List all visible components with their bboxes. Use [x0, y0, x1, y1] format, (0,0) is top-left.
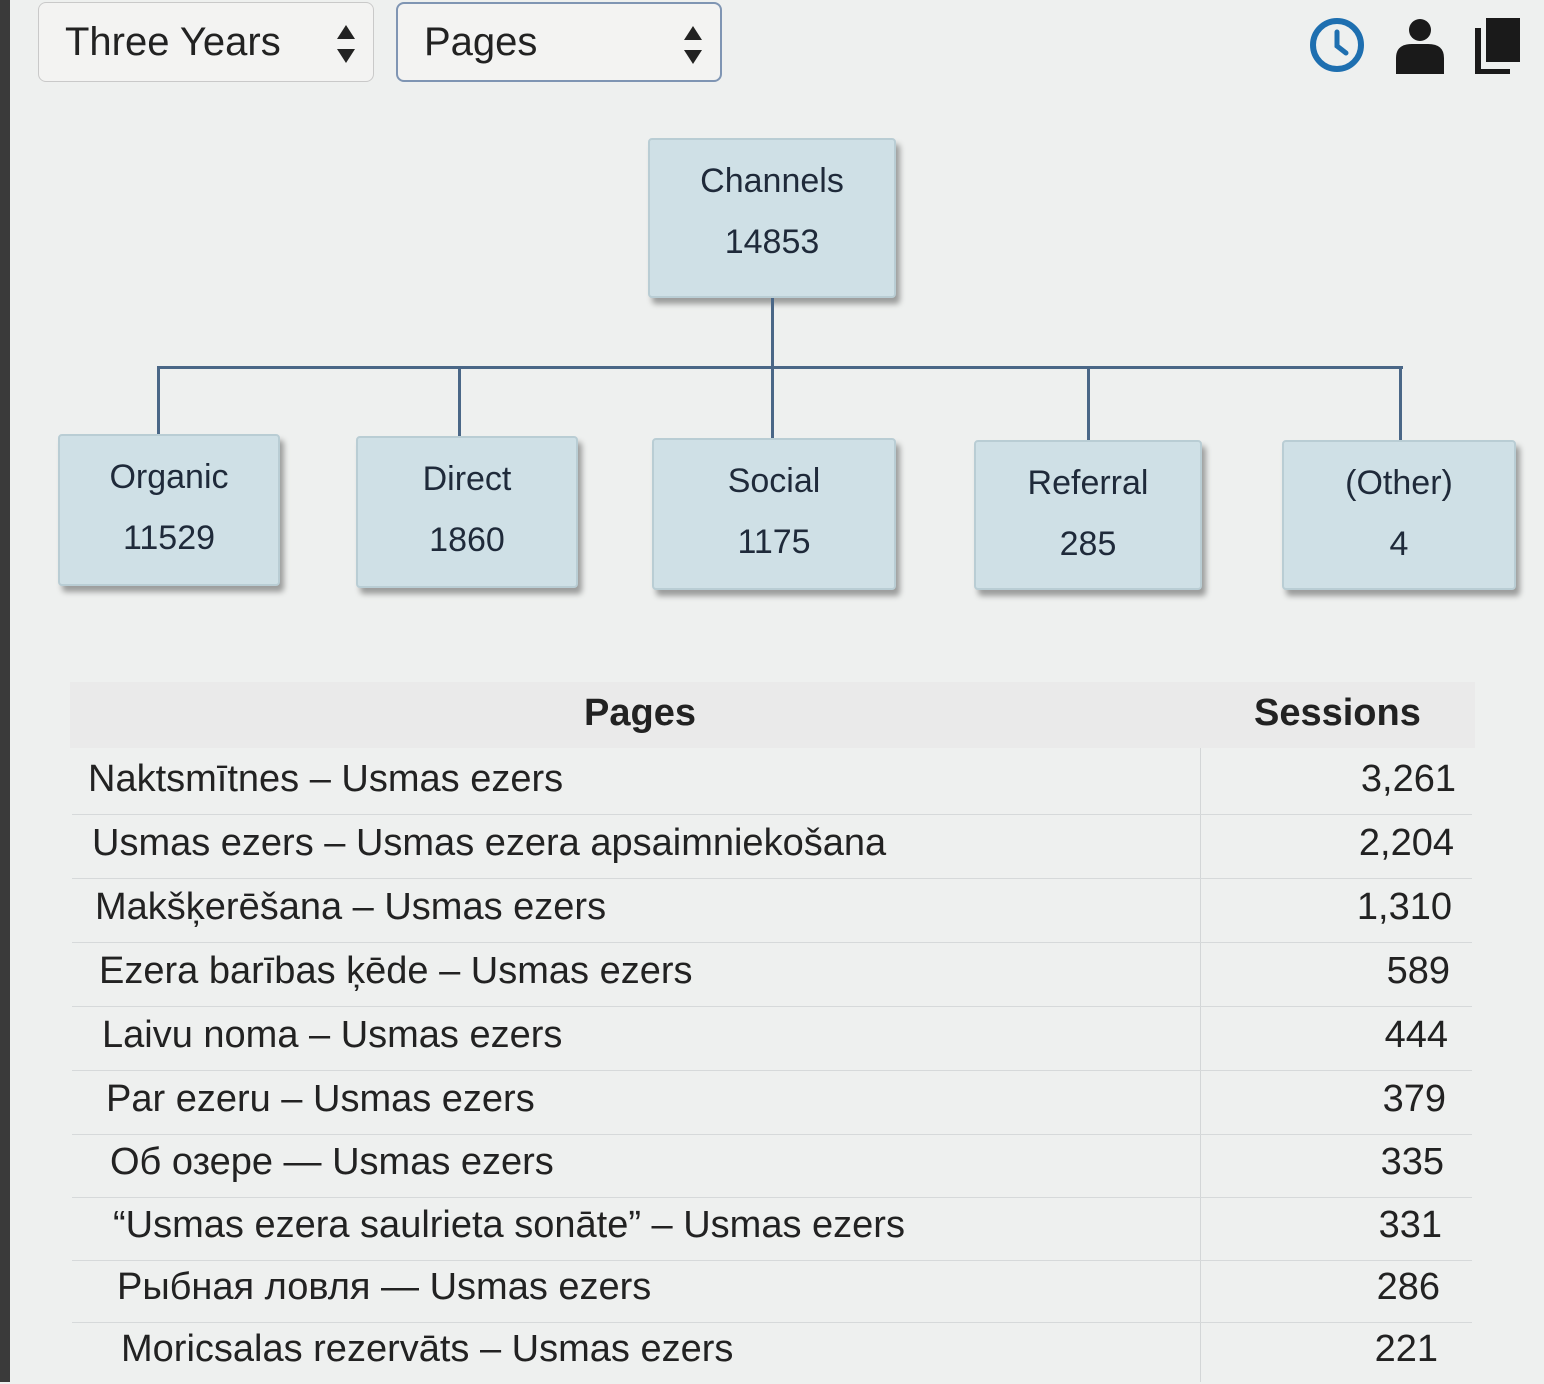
table-row[interactable]: Naktsmītnes – Usmas ezers 3,261 — [72, 750, 1472, 815]
sessions-cell: 286 — [1376, 1266, 1440, 1308]
column-header-sessions[interactable]: Sessions — [1254, 692, 1421, 735]
updown-arrows-icon — [684, 26, 702, 64]
table-row[interactable]: Об озере — Usmas ezers 335 — [72, 1133, 1472, 1198]
sessions-cell: 589 — [1386, 950, 1450, 992]
node-label: Direct — [422, 460, 512, 498]
period-select-value: Three Years — [65, 19, 281, 64]
page-cell: “Usmas ezera saulrieta sonāte” – Usmas e… — [113, 1204, 905, 1246]
page-cell: Moricsalas rezervāts – Usmas ezers — [121, 1328, 734, 1370]
connector-line — [771, 298, 774, 368]
node-value: 1175 — [737, 523, 811, 561]
node-value: 285 — [1059, 525, 1117, 563]
sessions-cell: 1,310 — [1356, 886, 1452, 928]
copy-icon[interactable] — [1474, 16, 1522, 74]
period-select[interactable]: Three Years — [38, 2, 374, 82]
table-row[interactable]: Laivu noma – Usmas ezers 444 — [72, 1006, 1472, 1071]
sessions-cell: 335 — [1380, 1141, 1444, 1183]
node-label: Social — [727, 462, 821, 500]
sessions-cell: 331 — [1378, 1204, 1442, 1246]
tree-node-root[interactable]: Channels 14853 — [648, 138, 896, 298]
node-value: 14853 — [724, 223, 820, 261]
connector-line — [458, 366, 461, 436]
node-label: (Other) — [1345, 464, 1453, 502]
connector-line — [771, 366, 774, 440]
node-value: 4 — [1389, 525, 1409, 563]
sessions-cell: 221 — [1374, 1328, 1438, 1370]
sessions-cell: 379 — [1382, 1078, 1446, 1120]
tree-node-other[interactable]: (Other) 4 — [1282, 440, 1516, 590]
page-cell: Makšķerēšana – Usmas ezers — [95, 886, 607, 928]
tree-node-social[interactable]: Social 1175 — [652, 438, 896, 590]
clock-icon[interactable] — [1308, 16, 1366, 74]
page-cell: Рыбная ловля — Usmas ezers — [117, 1266, 652, 1308]
connector-line — [1087, 366, 1090, 440]
sessions-cell: 444 — [1384, 1014, 1448, 1056]
table-row[interactable]: Makšķerēšana – Usmas ezers 1,310 — [72, 878, 1472, 943]
node-label: Referral — [1027, 464, 1149, 502]
page-cell: Laivu noma – Usmas ezers — [102, 1014, 563, 1056]
column-header-pages[interactable]: Pages — [584, 692, 696, 735]
table-row[interactable]: Рыбная ловля — Usmas ezers 286 — [72, 1258, 1472, 1323]
sessions-cell: 3,261 — [1360, 758, 1456, 800]
sessions-cell: 2,204 — [1358, 822, 1454, 864]
node-label: Organic — [109, 458, 229, 496]
page-cell: Ezera barības ķēde – Usmas ezers — [99, 950, 693, 992]
table-row[interactable]: “Usmas ezera saulrieta sonāte” – Usmas e… — [72, 1196, 1472, 1261]
screen-edge — [0, 0, 10, 1382]
page-cell: Par ezeru – Usmas ezers — [106, 1078, 535, 1120]
tree-node-referral[interactable]: Referral 285 — [974, 440, 1202, 590]
tree-node-direct[interactable]: Direct 1860 — [356, 436, 578, 588]
table-row[interactable]: Ezera barības ķēde – Usmas ezers 589 — [72, 942, 1472, 1007]
node-value: 1860 — [429, 521, 505, 559]
updown-arrows-icon — [337, 25, 355, 63]
connector-line — [157, 366, 1403, 369]
page-cell: Usmas ezers – Usmas ezera apsaimniekošan… — [92, 822, 887, 864]
node-label: Channels — [700, 162, 844, 200]
connector-line — [157, 366, 160, 436]
dimension-select-value: Pages — [424, 19, 538, 64]
table-row[interactable]: Par ezeru – Usmas ezers 379 — [72, 1070, 1472, 1135]
page-cell: Naktsmītnes – Usmas ezers — [88, 758, 564, 800]
tree-node-organic[interactable]: Organic 11529 — [58, 434, 280, 586]
toolbar-icons — [1308, 16, 1522, 74]
node-value: 11529 — [122, 519, 216, 557]
table-row[interactable]: Usmas ezers – Usmas ezera apsaimniekošan… — [72, 814, 1472, 879]
dimension-select[interactable]: Pages — [396, 2, 722, 82]
user-icon[interactable] — [1392, 16, 1448, 74]
page-cell: Об озере — Usmas ezers — [110, 1141, 554, 1183]
connector-line — [1399, 366, 1402, 440]
table-row[interactable]: Moricsalas rezervāts – Usmas ezers 221 — [72, 1320, 1472, 1384]
